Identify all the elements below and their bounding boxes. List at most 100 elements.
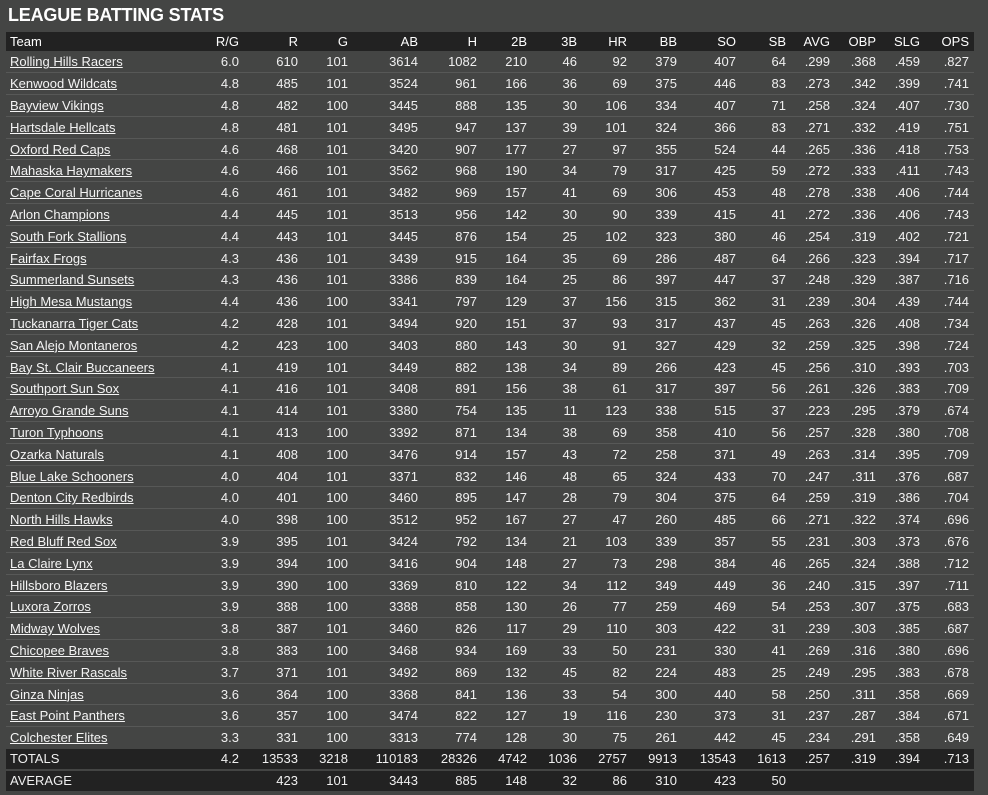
stat-h: 792: [455, 533, 477, 549]
team-link[interactable]: Arlon Champions: [10, 207, 110, 222]
column-header-so[interactable]: SO: [682, 32, 741, 51]
stat-slg: .459: [894, 54, 920, 70]
column-header-bb[interactable]: BB: [632, 32, 682, 51]
team-link[interactable]: Summerland Sunsets: [10, 272, 134, 287]
stat-r-g: 4.6: [220, 163, 239, 179]
stat-avg: .258: [804, 97, 830, 113]
team-link[interactable]: San Alejo Montaneros: [10, 338, 137, 353]
column-header-3b[interactable]: 3B: [532, 32, 582, 51]
stat-2b: 147: [505, 490, 527, 506]
team-cell: Ginza Ninjas: [6, 683, 196, 705]
team-link[interactable]: Southport Sun Sox: [10, 381, 119, 396]
table-row: Hartsdale Hellcats 4.8 481 101 3495 947 137 39 1…: [6, 116, 974, 139]
column-header-g[interactable]: G: [303, 32, 353, 51]
team-link[interactable]: Chicopee Braves: [10, 643, 109, 658]
team-link[interactable]: South Fork Stallions: [10, 229, 126, 244]
stat-sb: 83: [771, 119, 786, 135]
table-row: Hillsboro Blazers 3.9 390 100 3369 810 122 34 11…: [6, 574, 974, 596]
stat-so: 330: [714, 642, 736, 658]
column-header-r[interactable]: R: [244, 32, 303, 51]
stat-sb: 31: [771, 621, 786, 637]
column-header-hr[interactable]: HR: [582, 32, 632, 51]
stat-g: 100: [326, 577, 348, 593]
team-link[interactable]: Fairfax Frogs: [10, 251, 87, 266]
stat-2b: 164: [505, 272, 527, 288]
stat-ab: 3371: [389, 468, 418, 484]
stat-ab: 3388: [389, 599, 418, 615]
stat-avg: .237: [804, 708, 830, 724]
team-link[interactable]: Kenwood Wildcats: [10, 76, 117, 91]
column-header-ab[interactable]: AB: [353, 32, 423, 51]
stat-ab: 3494: [389, 315, 418, 331]
stat-r-g: 3.3: [220, 730, 239, 746]
stat-r-g: 4.8: [220, 76, 239, 92]
team-link[interactable]: Ginza Ninjas: [10, 687, 84, 702]
column-header-h[interactable]: H: [423, 32, 482, 51]
team-link[interactable]: High Mesa Mustangs: [10, 294, 132, 309]
column-header-avg[interactable]: AVG: [791, 32, 835, 51]
column-header-obp[interactable]: OBP: [835, 32, 881, 51]
team-link[interactable]: Denton City Redbirds: [10, 490, 134, 505]
stat-ab: 3403: [389, 337, 418, 353]
team-link[interactable]: North Hills Hawks: [10, 512, 113, 527]
team-link[interactable]: Cape Coral Hurricanes: [10, 185, 142, 200]
totals-bb: 9913: [648, 751, 677, 766]
team-link[interactable]: East Point Panthers: [10, 708, 125, 723]
stat-g: 100: [326, 686, 348, 702]
stat-2b: 134: [505, 424, 527, 440]
stat-obp: .324: [850, 97, 876, 113]
stat-g: 101: [326, 533, 348, 549]
stat-h: 968: [455, 163, 477, 179]
team-cell: Summerland Sunsets: [6, 269, 196, 291]
stat-obp: .295: [850, 403, 876, 419]
team-link[interactable]: Mahaska Haymakers: [10, 163, 132, 178]
stat-2b: 156: [505, 381, 527, 397]
stat-hr: 106: [605, 97, 627, 113]
team-link[interactable]: White River Rascals: [10, 665, 127, 680]
team-link[interactable]: Rolling Hills Racers: [10, 54, 123, 69]
stat-g: 101: [326, 315, 348, 331]
stat-obp: .314: [850, 446, 876, 462]
team-link[interactable]: Hartsdale Hellcats: [10, 120, 116, 135]
team-cell: Red Bluff Red Sox: [6, 531, 196, 553]
stat-r: 428: [276, 315, 298, 331]
stat-ab: 3408: [389, 381, 418, 397]
team-link[interactable]: Bay St. Clair Buccaneers: [10, 360, 155, 375]
team-link[interactable]: Ozarka Naturals: [10, 447, 104, 462]
column-header-slg[interactable]: SLG: [881, 32, 925, 51]
team-link[interactable]: Colchester Elites: [10, 730, 108, 745]
stat-g: 100: [326, 490, 348, 506]
team-link[interactable]: Turon Typhoons: [10, 425, 103, 440]
team-link[interactable]: La Claire Lynx: [10, 556, 93, 571]
stat-g: 100: [326, 446, 348, 462]
stat-ops: .687: [943, 468, 969, 484]
stat-r: 419: [276, 359, 298, 375]
column-header-r-g[interactable]: R/G: [196, 32, 244, 51]
team-link[interactable]: Blue Lake Schooners: [10, 469, 134, 484]
stat-2b: 169: [505, 642, 527, 658]
column-header-team[interactable]: Team: [6, 32, 196, 51]
team-link[interactable]: Oxford Red Caps: [10, 142, 110, 157]
stat-3b: 27: [562, 512, 577, 528]
team-link[interactable]: Bayview Vikings: [10, 98, 104, 113]
team-link[interactable]: Midway Wolves: [10, 621, 100, 636]
stat-slg: .374: [894, 512, 920, 528]
stat-3b: 27: [562, 555, 577, 571]
stat-bb: 300: [655, 686, 677, 702]
team-link[interactable]: Luxora Zorros: [10, 599, 91, 614]
column-header-ops[interactable]: OPS: [925, 32, 974, 51]
team-link[interactable]: Red Bluff Red Sox: [10, 534, 117, 549]
stat-so: 423: [714, 359, 736, 375]
stat-hr: 101: [605, 119, 627, 135]
team-link[interactable]: Arroyo Grande Suns: [10, 403, 129, 418]
team-cell: Tuckanarra Tiger Cats: [6, 313, 196, 335]
stat-obp: .329: [850, 272, 876, 288]
stat-sb: 41: [771, 642, 786, 658]
team-link[interactable]: Hillsboro Blazers: [10, 578, 108, 593]
stat-ops: .734: [943, 315, 969, 331]
stat-h: 947: [455, 119, 477, 135]
stat-obp: .319: [850, 228, 876, 244]
column-header-2b[interactable]: 2B: [482, 32, 532, 51]
column-header-sb[interactable]: SB: [741, 32, 791, 51]
team-link[interactable]: Tuckanarra Tiger Cats: [10, 316, 138, 331]
